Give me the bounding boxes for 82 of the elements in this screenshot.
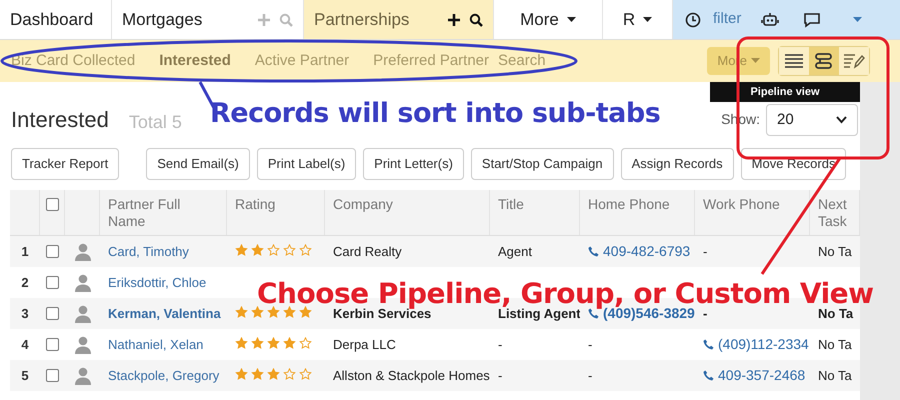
checkbox[interactable] xyxy=(46,245,59,258)
column-header: Work Phone xyxy=(703,196,780,212)
table-cell: - xyxy=(498,368,502,383)
table-cell-text: - xyxy=(588,366,592,385)
column-header: Partner Full Name xyxy=(108,196,180,229)
name-link[interactable]: Kerman, Valentina xyxy=(108,306,221,321)
person-icon xyxy=(74,336,92,354)
table-cell: Listing Agent xyxy=(498,306,580,321)
total-count: Total 5 xyxy=(128,111,182,134)
table-cell: - xyxy=(498,336,502,352)
nav-tab[interactable]: Partnerships xyxy=(304,0,494,39)
show-select[interactable]: 20 xyxy=(766,104,858,136)
phone-icon xyxy=(703,370,714,381)
action-button[interactable]: Print Label(s) xyxy=(256,148,356,180)
add-icon xyxy=(257,12,271,26)
table-cell-text: - xyxy=(588,336,592,354)
action-button[interactable]: Assign Records xyxy=(620,148,734,180)
checkbox[interactable] xyxy=(46,307,59,320)
robot-icon xyxy=(761,12,780,28)
checkbox[interactable] xyxy=(46,276,59,289)
row-number: 3 xyxy=(21,306,29,321)
column-header: Company xyxy=(333,196,393,212)
edit-list-icon xyxy=(843,53,865,69)
name-link[interactable]: Stackpole, Gregory xyxy=(108,368,220,383)
row-number: 4 xyxy=(21,336,29,352)
filter-link[interactable]: filter xyxy=(713,8,742,31)
column-header: Title xyxy=(498,196,524,212)
search-icon xyxy=(279,12,293,26)
name-link[interactable]: Eriksdottir, Chloe xyxy=(108,274,206,290)
phone-link[interactable]: (409)112-2334 xyxy=(718,334,809,355)
chevron-icon xyxy=(836,116,847,124)
person-icon xyxy=(74,304,92,322)
caret-icon xyxy=(853,16,862,22)
sub-tab[interactable]: Interested xyxy=(159,50,231,72)
caret-icon xyxy=(566,16,576,22)
table-cell: Derpa LLC xyxy=(333,336,396,352)
phone-icon xyxy=(588,246,599,257)
caret-icon xyxy=(751,58,760,64)
checkbox[interactable] xyxy=(46,369,59,382)
pipeline-icon xyxy=(814,52,834,70)
view-button[interactable] xyxy=(779,47,809,75)
column-header: Next Task xyxy=(818,196,847,229)
clock-icon xyxy=(685,12,701,28)
person-icon xyxy=(74,242,92,260)
add-icon xyxy=(447,12,461,26)
column-header: Home Phone xyxy=(588,196,670,212)
checkbox[interactable] xyxy=(46,198,58,211)
row-number: 1 xyxy=(21,244,29,259)
column-header: Rating xyxy=(235,196,276,212)
table-cell: Card Realty xyxy=(333,244,402,259)
action-button[interactable]: Tracker Report xyxy=(11,148,120,180)
table-cell: Allston & Stackpole Homes xyxy=(333,368,490,383)
table-cell: No Ta xyxy=(818,306,854,321)
row-number: 5 xyxy=(21,368,29,383)
table-cell: Agent xyxy=(498,244,532,259)
chat-icon xyxy=(803,12,822,28)
person-icon xyxy=(74,274,92,292)
phone-icon xyxy=(588,308,599,319)
page-heading: Interested xyxy=(11,106,109,134)
checkbox[interactable] xyxy=(46,338,59,351)
annotation-text: Records will sort into sub-tabs xyxy=(210,97,660,131)
table-cell: No Ta xyxy=(818,336,852,352)
table-cell-text: - xyxy=(703,304,708,323)
view-button[interactable] xyxy=(839,47,869,75)
table-cell-text: - xyxy=(703,242,708,261)
person-icon xyxy=(74,366,92,384)
caret-icon xyxy=(643,16,652,22)
table-cell: No Ta xyxy=(818,244,852,259)
name-link[interactable]: Card, Timothy xyxy=(108,244,189,259)
action-button[interactable]: Send Email(s) xyxy=(146,148,250,180)
row-number: 2 xyxy=(21,274,29,290)
action-button[interactable]: Start/Stop Campaign xyxy=(470,148,614,180)
search-icon xyxy=(469,12,483,26)
phone-link[interactable]: 409-357-2468 xyxy=(718,365,806,386)
table-cell: No Ta xyxy=(818,368,852,383)
tooltip: Pipeline view xyxy=(710,82,860,102)
list-icon xyxy=(784,53,804,69)
phone-icon xyxy=(703,339,714,350)
action-button[interactable]: Print Letter(s) xyxy=(363,148,464,180)
phone-link[interactable]: 409-482-6793 xyxy=(603,241,690,262)
name-link[interactable]: Nathaniel, Xelan xyxy=(108,336,204,352)
view-button[interactable] xyxy=(809,47,839,75)
